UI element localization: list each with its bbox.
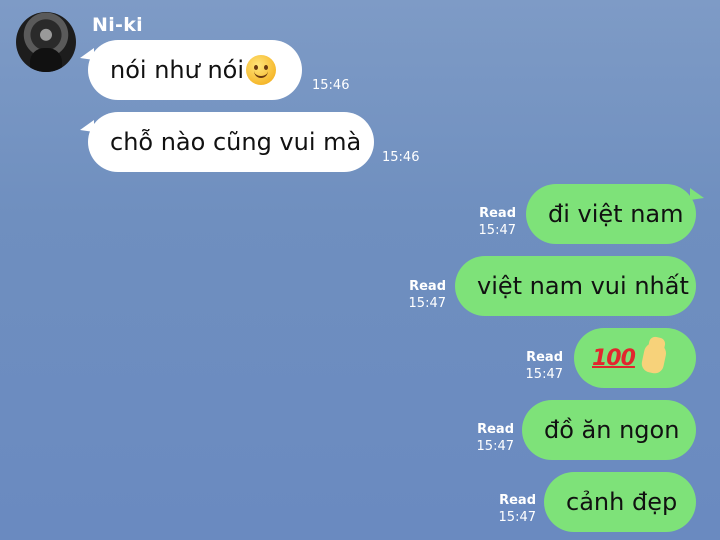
- outgoing-message-bubble[interactable]: 100: [574, 328, 696, 388]
- message-time: 15:47: [408, 296, 446, 311]
- message-time: 15:46: [312, 78, 350, 93]
- message-time: 15:47: [498, 510, 536, 525]
- message-meta: Read 15:47: [477, 421, 514, 455]
- read-status: Read: [477, 422, 514, 437]
- message-meta: Read 15:47: [526, 349, 563, 383]
- contact-avatar[interactable]: [16, 12, 76, 72]
- message-text: việt nam vui nhất: [477, 272, 689, 300]
- message-text: cảnh đẹp: [566, 488, 678, 516]
- message-text: chỗ nào cũng vui mà: [110, 128, 362, 156]
- read-status: Read: [479, 206, 516, 221]
- message-text: đồ ăn ngon: [544, 416, 680, 444]
- message-meta: Read 15:47: [479, 205, 516, 239]
- message-meta: Read 15:47: [499, 492, 536, 526]
- outgoing-message-bubble[interactable]: đi việt nam: [526, 184, 704, 244]
- read-status: Read: [526, 350, 563, 365]
- incoming-message-bubble[interactable]: chỗ nào cũng vui mà: [80, 112, 374, 172]
- outgoing-message-bubble[interactable]: việt nam vui nhất: [455, 256, 696, 316]
- message-text: nói như nói: [110, 56, 245, 84]
- message-meta: Read 15:47: [409, 278, 446, 312]
- message-time: 15:47: [478, 223, 516, 238]
- outgoing-message-bubble[interactable]: đồ ăn ngon: [522, 400, 696, 460]
- hundred-points-icon: 100: [592, 345, 636, 371]
- sender-name: Ni-ki: [92, 14, 143, 36]
- message-time: 15:46: [382, 150, 420, 165]
- message-time: 15:47: [476, 439, 514, 454]
- chat-area: Ni-ki nói như nói 15:46 chỗ nào cũng vui…: [0, 0, 720, 540]
- read-status: Read: [409, 279, 446, 294]
- waving-hand-icon: [640, 341, 668, 375]
- message-text: đi việt nam: [548, 200, 684, 228]
- message-time: 15:47: [525, 367, 563, 382]
- incoming-message-bubble[interactable]: nói như nói: [80, 40, 302, 100]
- read-status: Read: [499, 493, 536, 508]
- smiling-face-icon: [246, 55, 277, 85]
- outgoing-message-bubble[interactable]: cảnh đẹp: [544, 472, 696, 532]
